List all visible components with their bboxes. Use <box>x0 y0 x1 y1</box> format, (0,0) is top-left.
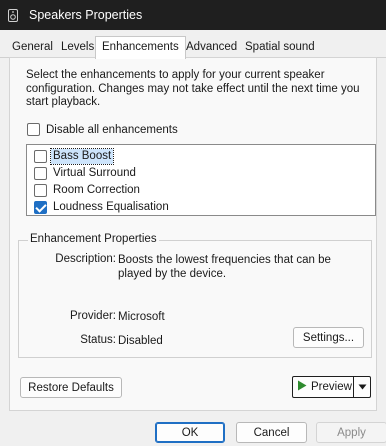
list-item-loudness-equalisation[interactable]: Loudness Equalisation <box>34 199 171 216</box>
checkbox-box-checked[interactable] <box>34 201 47 214</box>
enhancements-panel: Select the enhancements to apply for you… <box>9 57 377 411</box>
checkbox-box[interactable] <box>34 167 47 180</box>
settings-button-label: Settings... <box>302 331 355 344</box>
tab-enhancements[interactable]: Enhancements <box>95 36 186 59</box>
list-item-room-correction[interactable]: Room Correction <box>34 182 142 199</box>
tab-levels[interactable]: Levels <box>57 39 98 58</box>
tab-strip: General Levels Enhancements Advanced Spa… <box>0 36 386 59</box>
list-item-label[interactable]: Loudness Equalisation <box>51 200 171 215</box>
cancel-label: Cancel <box>253 426 290 439</box>
enhancements-description: Select the enhancements to apply for you… <box>26 69 360 108</box>
enhancement-properties-title: Enhancement Properties <box>28 233 159 245</box>
ok-button[interactable]: OK <box>155 422 225 443</box>
tab-advanced[interactable]: Advanced <box>182 39 241 58</box>
tab-general[interactable]: General <box>8 39 57 58</box>
cancel-button[interactable]: Cancel <box>236 422 307 443</box>
apply-button[interactable]: Apply <box>316 422 386 443</box>
provider-label: Provider: <box>69 310 116 322</box>
list-item-virtual-surround[interactable]: Virtual Surround <box>34 165 138 182</box>
preview-label: Preview <box>311 381 352 393</box>
title-bar: Speakers Properties <box>0 0 386 30</box>
description-label: Description: <box>55 253 116 265</box>
speaker-icon <box>8 8 20 22</box>
tab-spatial-sound[interactable]: Spatial sound <box>241 39 319 58</box>
list-item-label[interactable]: Room Correction <box>51 183 142 198</box>
disable-all-enhancements-checkbox[interactable]: Disable all enhancements <box>27 123 178 136</box>
checkbox-box[interactable] <box>34 150 47 163</box>
window-title: Speakers Properties <box>29 8 143 22</box>
status-label: Status: <box>80 334 116 346</box>
provider-value: Microsoft <box>118 311 165 323</box>
preview-dropdown-button[interactable] <box>354 377 370 397</box>
list-item-label[interactable]: Virtual Surround <box>51 166 138 181</box>
play-icon <box>297 380 307 394</box>
list-item-bass-boost[interactable]: Bass Boost <box>34 148 115 165</box>
checkbox-box[interactable] <box>34 184 47 197</box>
ok-label: OK <box>181 426 199 439</box>
settings-button[interactable]: Settings... <box>293 327 364 348</box>
restore-defaults-label: Restore Defaults <box>28 381 114 394</box>
enhancements-list[interactable]: Bass Boost Virtual Surround Room Correct… <box>26 144 376 216</box>
description-value: Boosts the lowest frequencies that can b… <box>118 254 331 280</box>
list-item-label[interactable]: Bass Boost <box>49 148 115 165</box>
apply-label: Apply <box>337 426 366 439</box>
preview-button[interactable]: Preview <box>293 377 353 397</box>
preview-split-button[interactable]: Preview <box>292 376 371 398</box>
chevron-down-icon <box>358 381 367 393</box>
checkbox-box[interactable] <box>27 123 40 136</box>
restore-defaults-button[interactable]: Restore Defaults <box>20 377 122 398</box>
disable-all-label[interactable]: Disable all enhancements <box>46 124 178 136</box>
status-value: Disabled <box>118 335 163 347</box>
